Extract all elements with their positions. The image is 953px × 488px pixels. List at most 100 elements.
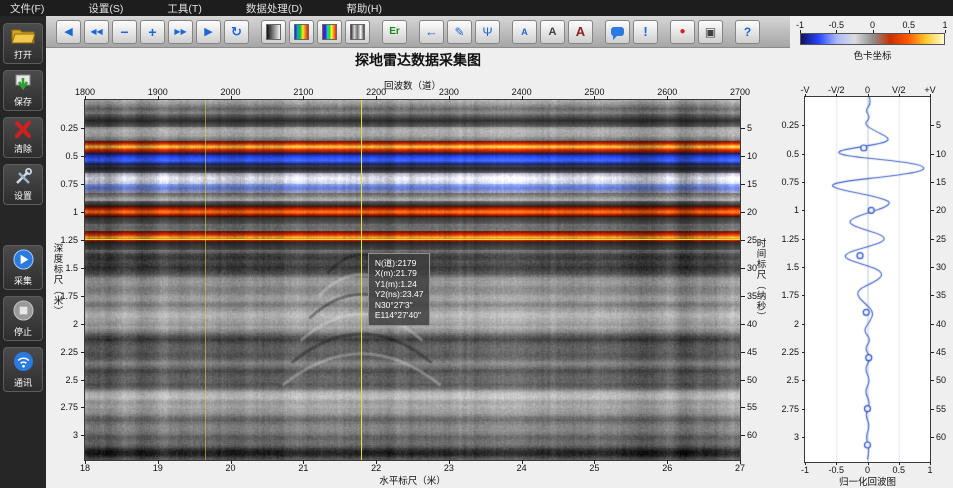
right-axis-tick: 5 xyxy=(747,123,752,133)
sidebar-button-acquire[interactable]: 采集 xyxy=(3,245,43,290)
tick-mark xyxy=(802,380,805,381)
message-icon xyxy=(611,27,624,36)
trace-left-tick: 2.25 xyxy=(781,347,799,357)
fast-forward-button[interactable]: ▶▶ xyxy=(168,20,193,44)
trace-bottom-title: 归一化回波图 xyxy=(805,474,930,488)
undo-button[interactable]: ← xyxy=(419,20,444,44)
tooltip-line: Y1(m):1.24 xyxy=(375,279,424,290)
colorbar xyxy=(800,33,945,45)
bottom-axis-tick: 23 xyxy=(444,463,454,473)
colormap-gray-icon xyxy=(266,24,281,40)
tick-mark xyxy=(81,435,85,436)
trace-right-tick: 60 xyxy=(936,432,946,442)
tick-mark xyxy=(522,460,523,464)
left-axis-tick: 0.5 xyxy=(65,151,78,161)
message-button[interactable] xyxy=(605,20,630,44)
bottom-axis-tick: 21 xyxy=(298,463,308,473)
tick-mark xyxy=(802,324,805,325)
undo-icon: ← xyxy=(425,24,438,39)
sidebar-button-stop[interactable]: 停止 xyxy=(3,296,43,341)
sidebar-button-open[interactable]: 打开 xyxy=(3,23,43,64)
right-axis-tick: 20 xyxy=(747,207,757,217)
trace-left-tick: 0.5 xyxy=(786,149,799,159)
tick-mark xyxy=(931,154,934,155)
trace-right-tick: 45 xyxy=(936,347,946,357)
tick-mark xyxy=(81,156,85,157)
menu-item-data-processing[interactable]: 数据处理(D) xyxy=(236,1,313,16)
trace-left-tick: 3 xyxy=(794,432,799,442)
font-medium-button[interactable]: A xyxy=(540,20,565,44)
tick-mark xyxy=(741,184,745,185)
open-folder-icon xyxy=(11,27,35,49)
snapshot-button[interactable]: ▣ xyxy=(698,20,723,44)
bottom-axis-tick: 22 xyxy=(371,463,381,473)
tick-mark xyxy=(802,409,805,410)
antenna-button[interactable]: Ψ xyxy=(475,20,500,44)
colormap-rainbow-button[interactable] xyxy=(289,20,314,44)
help-icon: ? xyxy=(744,25,751,39)
tick-mark xyxy=(802,437,805,438)
font-small-button[interactable]: A xyxy=(512,20,537,44)
rewind-button[interactable]: ◀◀ xyxy=(84,20,109,44)
menu-item-settings[interactable]: 设置(S) xyxy=(78,1,133,16)
colormap-spectrum-button[interactable] xyxy=(317,20,342,44)
bottom-axis-tick: 18 xyxy=(80,463,90,473)
menu-bar: 文件(F) 设置(S) 工具(T) 数据处理(D) 帮助(H) xyxy=(0,0,953,16)
zoom-in-icon: + xyxy=(148,24,156,40)
tick-mark xyxy=(836,462,837,465)
sidebar-button-settings[interactable]: 设置 xyxy=(3,164,43,205)
right-axis-tick: 60 xyxy=(747,430,757,440)
menu-item-file[interactable]: 文件(F) xyxy=(0,1,54,16)
menu-item-help[interactable]: 帮助(H) xyxy=(336,1,392,16)
tick-mark xyxy=(231,460,232,464)
step-forward-button[interactable]: ▶ xyxy=(196,20,221,44)
refresh-button[interactable]: ↻ xyxy=(224,20,249,44)
trace-left-tick: 0.25 xyxy=(781,120,799,130)
bottom-axis-tick: 24 xyxy=(517,463,527,473)
tick-mark xyxy=(802,267,805,268)
trace-plot[interactable] xyxy=(805,97,930,462)
wrench-icon xyxy=(14,168,32,190)
antenna-icon: Ψ xyxy=(482,25,492,39)
colormap-bars-icon xyxy=(350,24,365,40)
trace-right-tick: 50 xyxy=(936,375,946,385)
tick-mark xyxy=(81,268,85,269)
save-icon xyxy=(12,74,34,96)
bottom-axis-title: 水平标尺（米） xyxy=(85,473,740,487)
tick-mark xyxy=(802,295,805,296)
tick-mark xyxy=(741,156,745,157)
tick-mark xyxy=(376,96,377,100)
zoom-out-button[interactable]: − xyxy=(112,20,137,44)
erase-button[interactable]: Er xyxy=(382,20,407,44)
zoom-in-button[interactable]: + xyxy=(140,20,165,44)
right-axis-tick: 10 xyxy=(747,151,757,161)
help-button[interactable]: ? xyxy=(735,20,760,44)
bottom-axis-tick: 20 xyxy=(226,463,236,473)
tick-mark xyxy=(158,96,159,100)
sidebar-button-label: 通讯 xyxy=(14,378,32,389)
tick-mark xyxy=(802,210,805,211)
alert-button[interactable]: ! xyxy=(633,20,658,44)
erase-icon: Er xyxy=(389,26,400,37)
sidebar-button-clear[interactable]: 清除 xyxy=(3,117,43,158)
edit-pencil-button[interactable]: ✎ xyxy=(447,20,472,44)
font-small-icon: A xyxy=(521,27,528,37)
menu-item-tools[interactable]: 工具(T) xyxy=(157,1,211,16)
tick-mark xyxy=(741,380,745,381)
colorbar-title: 色卡坐标 xyxy=(800,48,945,62)
sidebar-button-comm[interactable]: 通讯 xyxy=(3,347,43,392)
step-back-button[interactable]: ◀ xyxy=(56,20,81,44)
tick-mark xyxy=(740,460,741,464)
tooltip-line: E114°27'40" xyxy=(375,310,424,321)
tick-mark xyxy=(449,460,450,464)
sidebar-button-label: 清除 xyxy=(14,144,32,155)
sidebar-button-save[interactable]: 保存 xyxy=(3,70,43,111)
record-button[interactable]: ● xyxy=(670,20,695,44)
crosshair-horizontal-line xyxy=(85,239,740,240)
left-axis-tick: 1.75 xyxy=(60,291,78,301)
font-large-button[interactable]: A xyxy=(568,20,593,44)
refresh-icon: ↻ xyxy=(231,24,242,40)
colormap-bars-button[interactable] xyxy=(345,20,370,44)
colormap-gray-button[interactable] xyxy=(261,20,286,44)
tick-mark xyxy=(931,352,934,353)
